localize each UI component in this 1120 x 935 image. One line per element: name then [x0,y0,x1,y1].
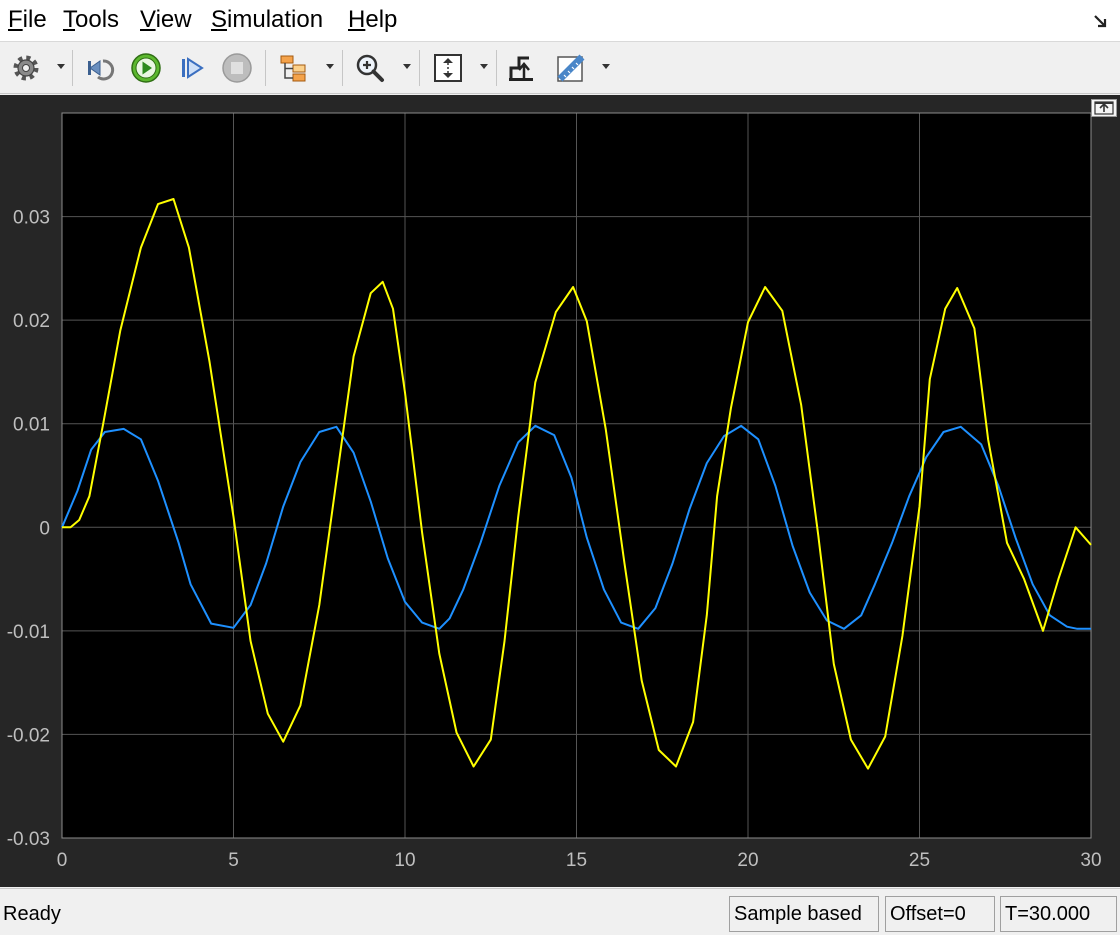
y-tick-label: -0.01 [7,622,50,643]
y-tick-label: 0.02 [13,311,50,332]
y-tick-label: 0.01 [13,415,50,436]
y-tick-label: 0 [39,518,50,539]
x-tick-label: 10 [394,850,415,871]
toolbar-separator [342,50,343,86]
menu-bar: File Tools View Simulation Help [0,0,1120,42]
toolbar [0,42,1120,94]
time-indicator: T=30.000 [1000,896,1117,932]
step-forward-icon [182,57,204,79]
menu-file-mnemonic: F [8,6,23,33]
trigger-icon [509,56,533,81]
zoom-in-button[interactable] [352,50,388,86]
scope-plot[interactable]: 0 5 10 15 20 25 30 -0.03 -0.02 -0.01 0 0.01 0.02 0.03 [0,95,1120,887]
settings-button[interactable] [8,50,44,86]
menu-tools-mnemonic: T [63,6,75,33]
menu-simulation-mnemonic: S [211,6,228,33]
menu-help[interactable]: Help [348,6,397,34]
menu-file[interactable]: File [8,6,47,34]
signal-tree-dropdown-arrow[interactable] [326,64,334,69]
menu-help-mnemonic: H [348,6,366,33]
x-tick-label: 20 [737,850,758,871]
toolbar-separator [496,50,497,86]
menu-simulation-label: imulation [227,6,324,33]
menu-view[interactable]: View [140,6,192,34]
toolbar-separator [265,50,266,86]
zoom-dropdown-arrow[interactable] [403,64,411,69]
menu-tools[interactable]: Tools [63,6,119,34]
scope-display[interactable]: 0 5 10 15 20 25 30 -0.03 -0.02 -0.01 0 0.01 0.02 0.03 [0,95,1120,887]
zoom-in-icon [356,54,384,82]
menu-help-label: elp [365,6,398,33]
dock-arrow-icon[interactable] [1092,10,1110,32]
measure-dropdown-arrow[interactable] [602,64,610,69]
offset-indicator: Offset=0 [885,896,995,932]
x-tick-label: 25 [909,850,930,871]
x-tick-label: 5 [228,850,239,871]
x-tick-label: 15 [566,850,587,871]
x-tick-label: 30 [1080,850,1101,871]
scope-window: File Tools View Simulation Help 0 5 10 1… [0,0,1120,935]
sample-mode-indicator: Sample based [729,896,879,932]
menu-simulation[interactable]: Simulation [211,6,323,34]
run-button[interactable] [128,50,164,86]
autoscale-icon [434,54,462,82]
settings-dropdown-arrow[interactable] [57,64,65,69]
menu-view-label: iew [155,6,192,33]
menu-view-mnemonic: V [140,6,156,33]
signal-tree-icon [280,55,306,82]
status-text: Ready [3,903,61,925]
step-back-button[interactable] [84,50,120,86]
undock-button[interactable] [1091,99,1117,117]
menu-file-label: ile [22,6,47,33]
stop-button[interactable] [219,50,255,86]
status-bar: Ready Sample based Offset=0 T=30.000 [0,888,1120,935]
measurements-button[interactable] [553,50,589,86]
y-tick-label: -0.02 [7,725,50,746]
stop-icon [222,53,252,83]
undock-icon [1094,101,1114,115]
toolbar-separator [419,50,420,86]
menu-tools-label: ools [75,6,120,33]
step-forward-button[interactable] [174,50,210,86]
measure-icon [557,54,585,82]
signal-tree-button[interactable] [275,50,311,86]
autoscale-dropdown-arrow[interactable] [480,64,488,69]
run-icon [131,53,161,83]
step-back-icon [88,59,115,81]
toolbar-separator [72,50,73,86]
y-tick-label: 0.03 [13,208,50,229]
autoscale-button[interactable] [430,50,466,86]
y-tick-label: -0.03 [7,829,50,850]
trigger-button[interactable] [504,50,540,86]
gear-icon [13,55,39,81]
x-tick-label: 0 [57,850,68,871]
